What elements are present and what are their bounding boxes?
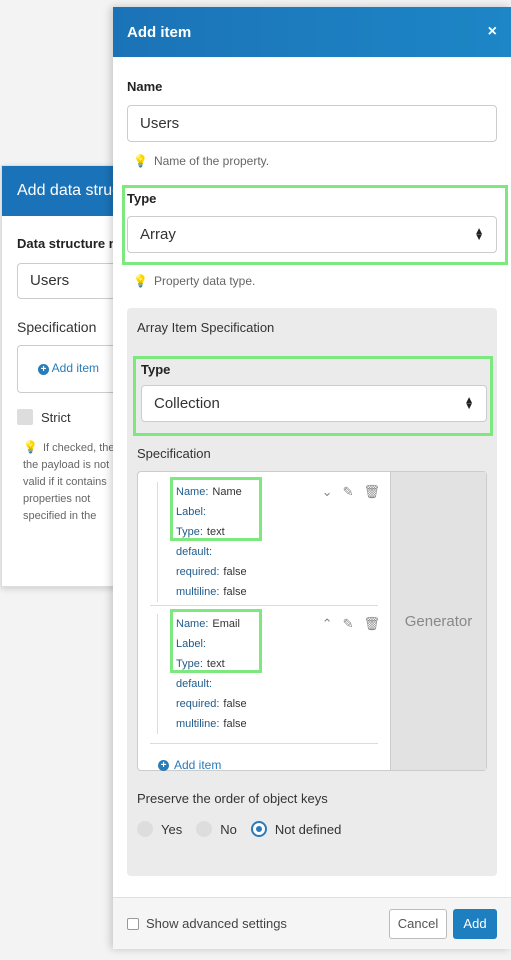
bulb-icon: 💡 bbox=[133, 274, 148, 288]
item-actions: ⌄ ✎ 🗑 bbox=[322, 484, 380, 500]
type-hint-text: Property data type. bbox=[153, 274, 256, 288]
spec-key: required: bbox=[176, 698, 220, 710]
data-structure-input[interactable]: Users bbox=[17, 263, 120, 299]
strict-checkbox[interactable] bbox=[17, 409, 33, 425]
spec-item[interactable]: Name: Name Label: Type: text default: requ… bbox=[157, 477, 390, 602]
array-spec-title: Array Item Specification bbox=[137, 320, 275, 335]
trash-icon[interactable]: 🗑 bbox=[363, 484, 380, 500]
add-button[interactable]: Add bbox=[453, 908, 497, 939]
spec-row: required: false bbox=[176, 694, 390, 714]
dialog-footer: Show advanced settings Cancel Add bbox=[113, 897, 511, 949]
back-panel: Add data structure Data structure name U… bbox=[1, 165, 121, 587]
edit-icon[interactable]: ✎ bbox=[343, 616, 354, 632]
back-spec-box: + Add item bbox=[17, 345, 120, 393]
type-hint: 💡 Property data type. bbox=[127, 274, 497, 288]
back-panel-title: Add data structure bbox=[2, 166, 120, 216]
inner-type-highlight: Type Collection ▲ ▼ bbox=[133, 356, 493, 436]
radio-yes[interactable]: Yes bbox=[137, 821, 182, 837]
spec-val: false bbox=[223, 698, 247, 710]
radio-no-label: No bbox=[220, 821, 237, 837]
add-item-label: Add item bbox=[174, 758, 222, 772]
back-add-item-link[interactable]: Add item bbox=[52, 361, 99, 375]
bulb-icon: 💡 bbox=[23, 440, 38, 454]
name-label: Name bbox=[127, 79, 163, 94]
array-item-spec: Array Item Specification Type Collection… bbox=[127, 308, 497, 876]
generator-button[interactable]: Generator bbox=[390, 472, 486, 770]
spec-row: default: bbox=[176, 542, 390, 562]
spec-key: required: bbox=[176, 566, 220, 578]
name-input[interactable]: Users bbox=[127, 105, 497, 142]
back-spec-label: Specification bbox=[17, 319, 97, 335]
inner-type-select[interactable]: Collection ▲ ▼ bbox=[141, 385, 487, 422]
name-hint-text: Name of the property. bbox=[153, 154, 270, 168]
data-structure-label: Data structure name bbox=[17, 236, 120, 251]
spec-box: Name: Name Label: Type: text default: requ… bbox=[137, 471, 487, 772]
preserve-label: Preserve the order of object keys bbox=[137, 791, 328, 806]
bulb-icon: 💡 bbox=[133, 154, 148, 168]
type-select-value: Array bbox=[140, 226, 176, 243]
radio-not-defined[interactable]: Not defined bbox=[250, 821, 342, 837]
spec-row: multiline: false bbox=[176, 582, 390, 602]
advanced-checkbox[interactable] bbox=[127, 917, 139, 930]
name-hint: 💡 Name of the property. bbox=[127, 154, 497, 168]
spec-item[interactable]: Name: Email Label: Type: text default: req… bbox=[157, 609, 390, 734]
add-item-link[interactable]: + Add item bbox=[158, 758, 390, 772]
type-label: Type bbox=[127, 191, 157, 206]
spec-key: multiline: bbox=[176, 718, 220, 730]
dialog-header: Add item × bbox=[113, 7, 511, 57]
radio-dot bbox=[137, 821, 153, 837]
chevron-down-icon[interactable]: ⌄ bbox=[322, 484, 333, 500]
preserve-radio-group: Yes No Not defined bbox=[137, 821, 341, 837]
inner-type-label: Type bbox=[141, 362, 171, 377]
edit-icon[interactable]: ✎ bbox=[343, 484, 354, 500]
spec-list: Name: Name Label: Type: text default: requ… bbox=[138, 472, 390, 772]
item-divider bbox=[150, 605, 378, 606]
back-hint-text: If checked, the the payload is not valid… bbox=[23, 442, 115, 522]
close-button[interactable]: × bbox=[488, 23, 497, 41]
spec-val: false bbox=[223, 586, 247, 598]
item-highlight bbox=[170, 609, 262, 673]
radio-no[interactable]: No bbox=[196, 821, 237, 837]
spec-val: false bbox=[223, 718, 247, 730]
spec-val: false bbox=[223, 566, 247, 578]
radio-dot bbox=[196, 821, 213, 837]
plus-icon: + bbox=[158, 759, 169, 771]
select-arrows-icon: ▲ ▼ bbox=[474, 225, 484, 243]
inner-type-value: Collection bbox=[154, 395, 220, 412]
spec-key: multiline: bbox=[176, 586, 220, 598]
select-arrows-icon: ▲ ▼ bbox=[464, 394, 474, 412]
type-field-highlight: Type Array ▲ ▼ bbox=[122, 185, 508, 265]
trash-icon[interactable]: 🗑 bbox=[363, 616, 380, 632]
spec-row: multiline: false bbox=[176, 714, 390, 734]
type-select[interactable]: Array ▲ ▼ bbox=[127, 216, 497, 253]
strict-label: Strict bbox=[41, 409, 71, 425]
back-hint: 💡 If checked, the the payload is not vali… bbox=[17, 439, 120, 525]
spec-row: required: false bbox=[176, 562, 390, 582]
spec-row: default: bbox=[176, 674, 390, 694]
spec-label: Specification bbox=[137, 446, 211, 461]
advanced-label: Show advanced settings bbox=[146, 916, 287, 931]
item-actions: ⌃ ✎ 🗑 bbox=[322, 616, 380, 632]
chevron-up-icon[interactable]: ⌃ bbox=[322, 616, 333, 632]
list-divider bbox=[150, 743, 378, 744]
radio-nd-label: Not defined bbox=[274, 821, 342, 837]
dialog-title: Add item bbox=[127, 23, 192, 41]
spec-key: default: bbox=[176, 678, 213, 690]
radio-dot-selected bbox=[250, 821, 267, 837]
plus-icon: + bbox=[38, 364, 49, 375]
spec-key: default: bbox=[176, 546, 213, 558]
radio-yes-label: Yes bbox=[161, 821, 183, 837]
item-highlight bbox=[170, 477, 262, 541]
cancel-button[interactable]: Cancel bbox=[389, 908, 447, 939]
advanced-settings[interactable]: Show advanced settings bbox=[127, 916, 287, 931]
add-item-dialog: Add item × Name Users 💡 Name of the prop… bbox=[113, 7, 511, 949]
